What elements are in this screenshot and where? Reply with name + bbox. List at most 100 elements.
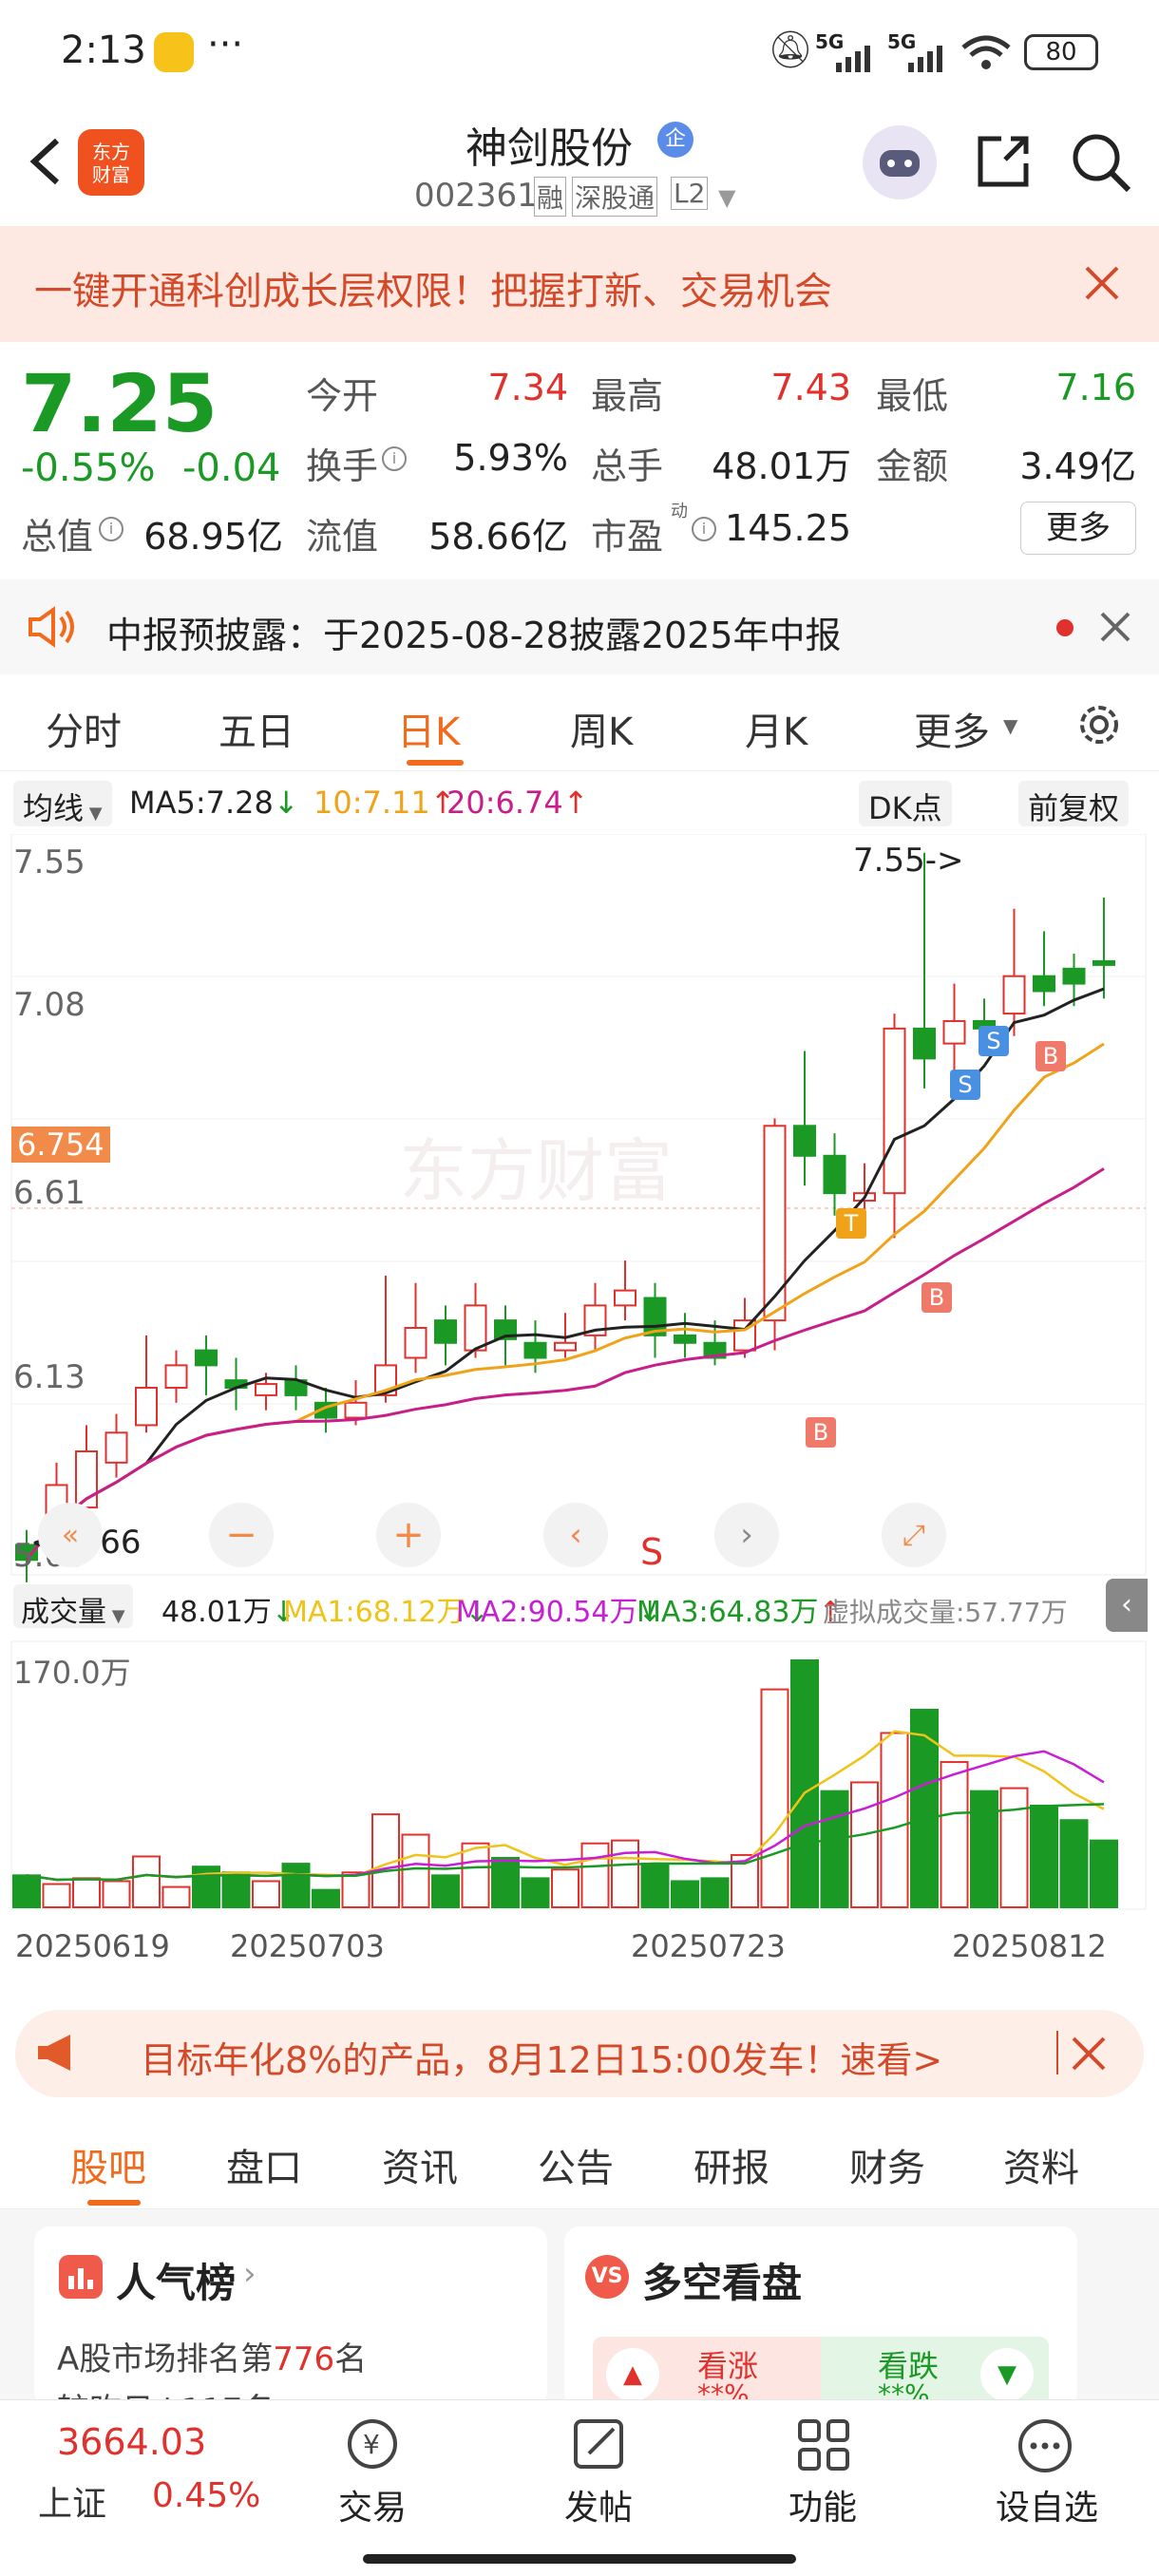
tab-intraday[interactable]: 分时 <box>46 701 122 756</box>
tab-news[interactable]: 资讯 <box>382 2137 458 2192</box>
index-name[interactable]: 上证 <box>38 2476 106 2526</box>
tab-five-day[interactable]: 五日 <box>218 701 294 756</box>
volume-bar <box>700 1877 730 1908</box>
turnover-value: 5.93% <box>453 437 568 479</box>
bottom-toolbar: 3664.03 上证 0.45% ¥ 交易 发帖 功能 设自选 <box>0 2399 1159 2576</box>
low-label: 最低 <box>876 375 949 417</box>
tag-l2: L2 <box>671 177 709 210</box>
kline-chart-area[interactable]: 均线 ▼ MA5:7.28↓ 10:7.11↑ 20:6.74↑ DK点 前复权… <box>0 771 1159 1997</box>
candle-body <box>523 1341 547 1359</box>
trade-label[interactable]: 交易 <box>338 2480 407 2529</box>
share-icon[interactable] <box>973 131 1034 192</box>
zoom-out-icon[interactable]: − <box>209 1503 274 1567</box>
tab-announcements[interactable]: 公告 <box>538 2137 614 2192</box>
index-value[interactable]: 3664.03 <box>57 2421 206 2463</box>
ytick-6.13: 6.13 <box>13 1358 86 1396</box>
candle-body <box>255 1383 277 1396</box>
close-icon[interactable] <box>1098 610 1132 644</box>
volume-bar <box>940 1761 969 1909</box>
candle-body <box>344 1401 368 1419</box>
dk-point-select[interactable]: DK点 <box>859 781 952 826</box>
tab-research[interactable]: 研报 <box>694 2137 770 2192</box>
sentiment-card[interactable]: VS 多空看盘 ▲ 看涨 **% 看跌 **% ▼ <box>564 2226 1077 2416</box>
prev-icon[interactable]: ‹ <box>543 1503 608 1567</box>
post-label[interactable]: 发帖 <box>564 2480 633 2529</box>
xtick-date: 20250812 <box>952 1928 1107 1964</box>
trade-icon[interactable]: ¥ <box>342 2417 403 2471</box>
tab-monthly-k[interactable]: 月K <box>745 701 808 756</box>
info-icon[interactable]: i <box>99 517 124 541</box>
more-button[interactable]: 更多 <box>1020 502 1136 555</box>
volume-bar <box>999 1787 1029 1909</box>
app-logo: 东方 财富 <box>78 129 144 196</box>
assistant-avatar-icon[interactable] <box>863 125 937 199</box>
ma-select[interactable]: 均线 ▼ <box>13 781 112 826</box>
card-title: 人气榜 <box>116 2260 237 2306</box>
volume-bar <box>671 1880 699 1908</box>
buy-marker[interactable]: B <box>806 1417 836 1448</box>
ranking-icon <box>59 2255 103 2299</box>
vol-ma2: MA2:90.54万↓ <box>456 1596 662 1629</box>
close-icon[interactable] <box>1070 2035 1108 2073</box>
tab-weekly-k[interactable]: 周K <box>570 701 633 756</box>
float-label: 流值 <box>306 516 379 558</box>
xtick-date: 20250619 <box>15 1928 170 1964</box>
tab-daily-k[interactable]: 日K <box>397 701 460 756</box>
sell-marker[interactable]: S <box>978 1026 1009 1056</box>
banner-text: 一键开通科创成长层权限！把握打新、交易机会 <box>34 270 832 313</box>
search-icon[interactable] <box>1070 131 1132 194</box>
candle-body <box>913 1027 936 1060</box>
promo-banner[interactable]: 一键开通科创成长层权限！把握打新、交易机会 <box>0 226 1159 342</box>
next-icon[interactable]: › <box>714 1503 779 1567</box>
candle-body <box>554 1341 577 1352</box>
tab-orderbook[interactable]: 盘口 <box>226 2137 302 2192</box>
scroll-left-double-icon[interactable]: « <box>38 1503 103 1567</box>
notice-bar[interactable]: 中报预披露：于2025-08-28披露2025年中报 <box>0 579 1159 674</box>
dropdown-icon[interactable]: ▼ <box>718 184 735 211</box>
candle-body <box>883 1027 906 1195</box>
t-marker[interactable]: T <box>836 1208 866 1239</box>
candle-body <box>614 1289 636 1307</box>
amount-label: 金额 <box>876 445 949 487</box>
ad-banner[interactable]: 目标年化8%的产品，8月12日15:00发车！速看> <box>15 2010 1144 2097</box>
mcap-value: 68.95亿 <box>143 516 283 558</box>
tab-more[interactable]: 更多 <box>914 701 990 756</box>
volume-bar <box>551 1868 580 1909</box>
volume-readout: 48.01万↓ <box>162 1596 296 1629</box>
turnover-label: 换手 <box>306 445 379 487</box>
volume-bar <box>1059 1819 1089 1909</box>
tab-financials[interactable]: 财务 <box>849 2137 925 2192</box>
volume-bar <box>790 1659 819 1908</box>
sell-marker[interactable]: S <box>950 1070 980 1100</box>
buy-marker[interactable]: B <box>1036 1041 1066 1071</box>
gear-icon[interactable] <box>1074 699 1125 750</box>
function-label[interactable]: 功能 <box>788 2480 857 2529</box>
indicator-select[interactable]: 成交量 ▼ <box>13 1584 133 1629</box>
apps-icon[interactable] <box>796 2417 851 2472</box>
high-marker: 7.55-> <box>853 842 964 880</box>
tab-profile[interactable]: 资料 <box>1003 2137 1079 2192</box>
popularity-card[interactable]: 人气榜 › A股市场排名第776名 较昨日↓117名 <box>34 2226 547 2413</box>
change-percent: -0.55% <box>21 446 156 490</box>
tab-forum[interactable]: 股吧 <box>70 2137 146 2192</box>
zoom-in-icon[interactable]: + <box>376 1503 441 1567</box>
candle-body <box>434 1319 457 1344</box>
buy-marker[interactable]: B <box>922 1282 952 1313</box>
collapse-panel-icon[interactable]: ‹ <box>1106 1579 1148 1632</box>
card-title: 多空看盘 <box>642 2260 803 2306</box>
add-watchlist-label[interactable]: 设自选 <box>996 2480 1098 2529</box>
info-icon[interactable]: i <box>382 446 407 471</box>
adjust-select[interactable]: 前复权 <box>1018 781 1130 826</box>
close-icon[interactable] <box>1081 262 1123 304</box>
vs-icon: VS <box>585 2255 629 2299</box>
post-icon[interactable] <box>572 2417 627 2471</box>
back-icon[interactable] <box>19 133 76 190</box>
volume-bar <box>1090 1839 1118 1909</box>
candle-body <box>104 1431 128 1464</box>
more-circle-icon[interactable] <box>1016 2417 1074 2474</box>
ma5-value: MA5:7.28↓ <box>129 785 299 821</box>
volume-bar <box>162 1885 191 1909</box>
fullscreen-icon[interactable]: ⤢ <box>882 1503 946 1567</box>
info-icon[interactable]: i <box>692 517 716 541</box>
index-change[interactable]: 0.45% <box>152 2476 260 2515</box>
